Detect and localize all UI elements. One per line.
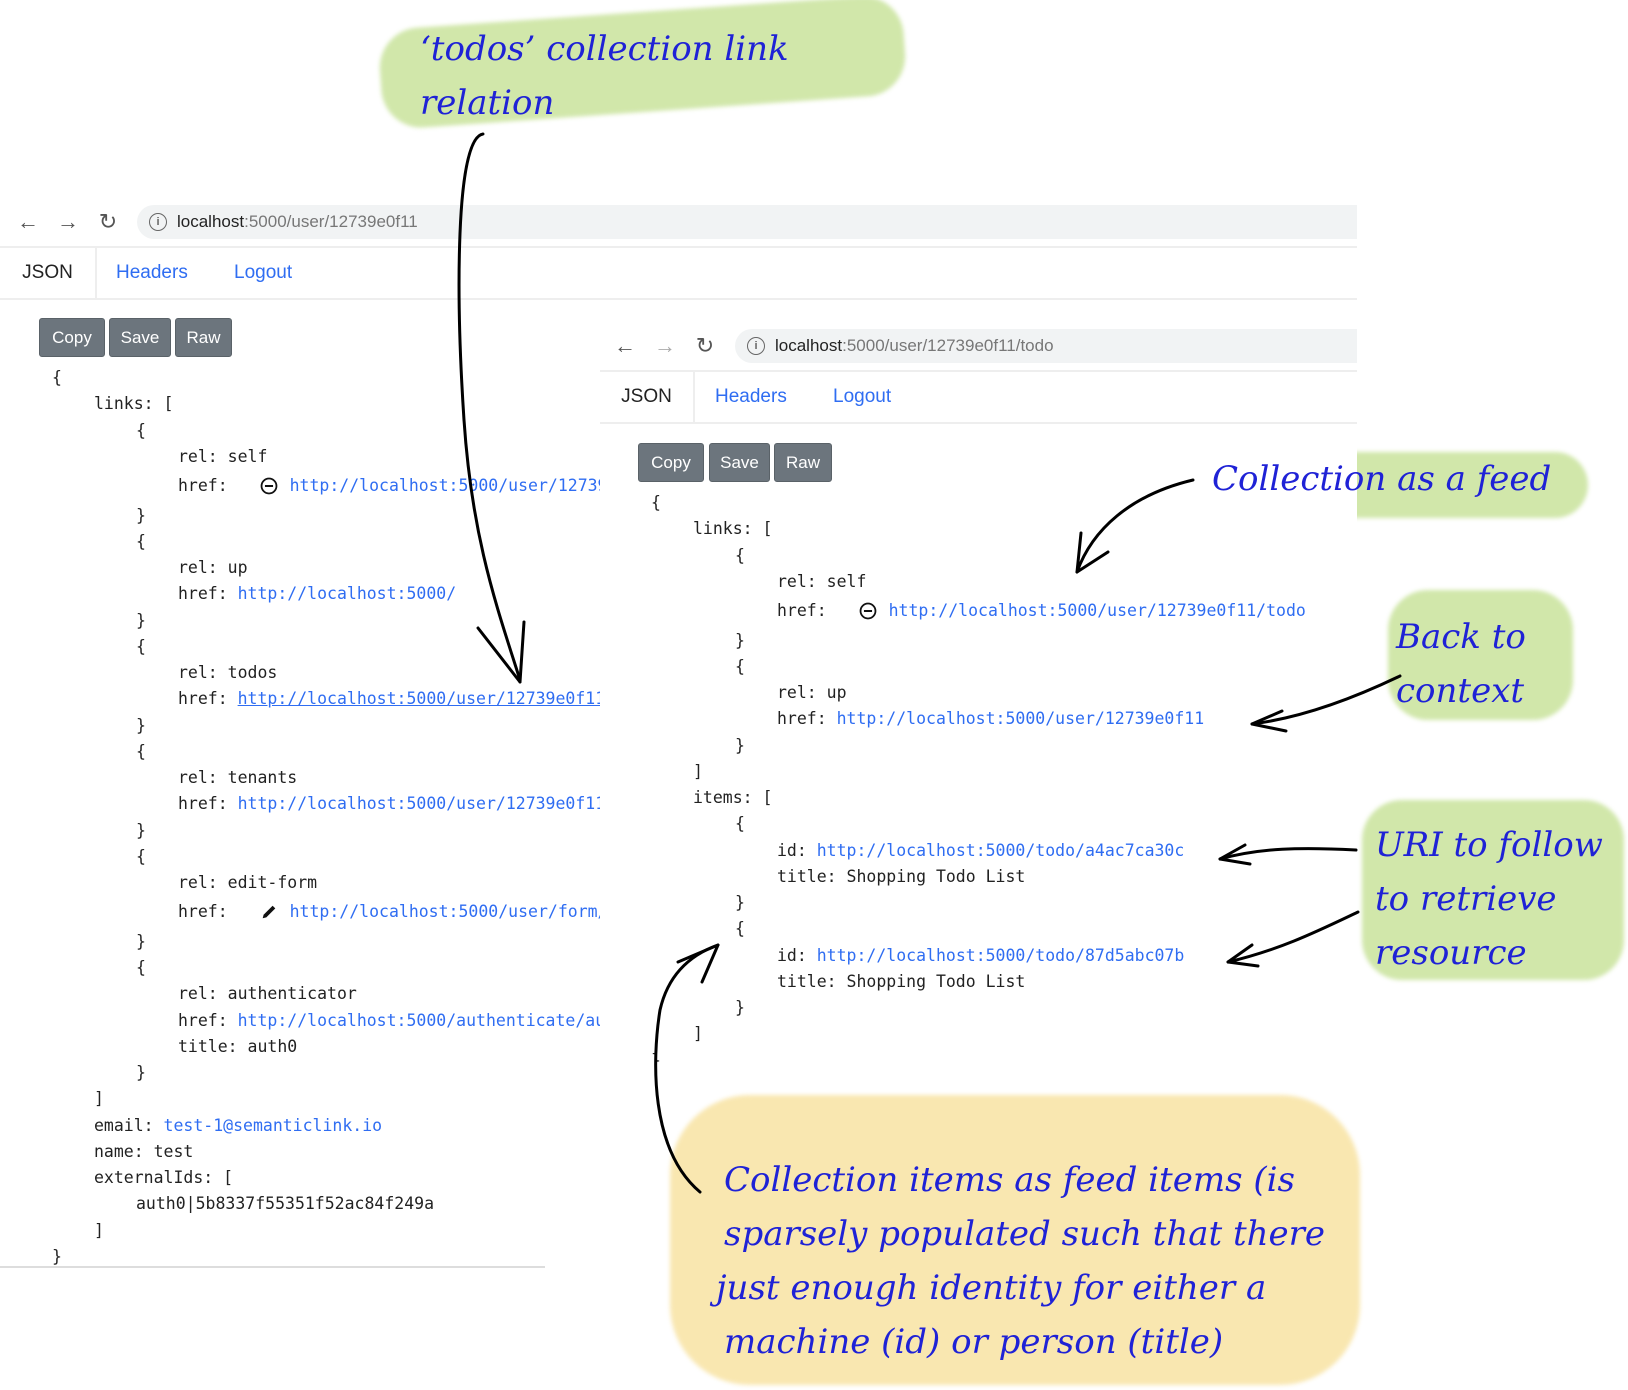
arrow-feed [1075,478,1195,574]
arrow-todos [457,132,526,684]
arrow-back [1250,674,1402,733]
arrow-items [654,943,720,1194]
annotation-arrows [457,132,1402,1194]
arrow-uri-2 [1226,910,1360,968]
arrow-uri-1 [1218,843,1358,866]
